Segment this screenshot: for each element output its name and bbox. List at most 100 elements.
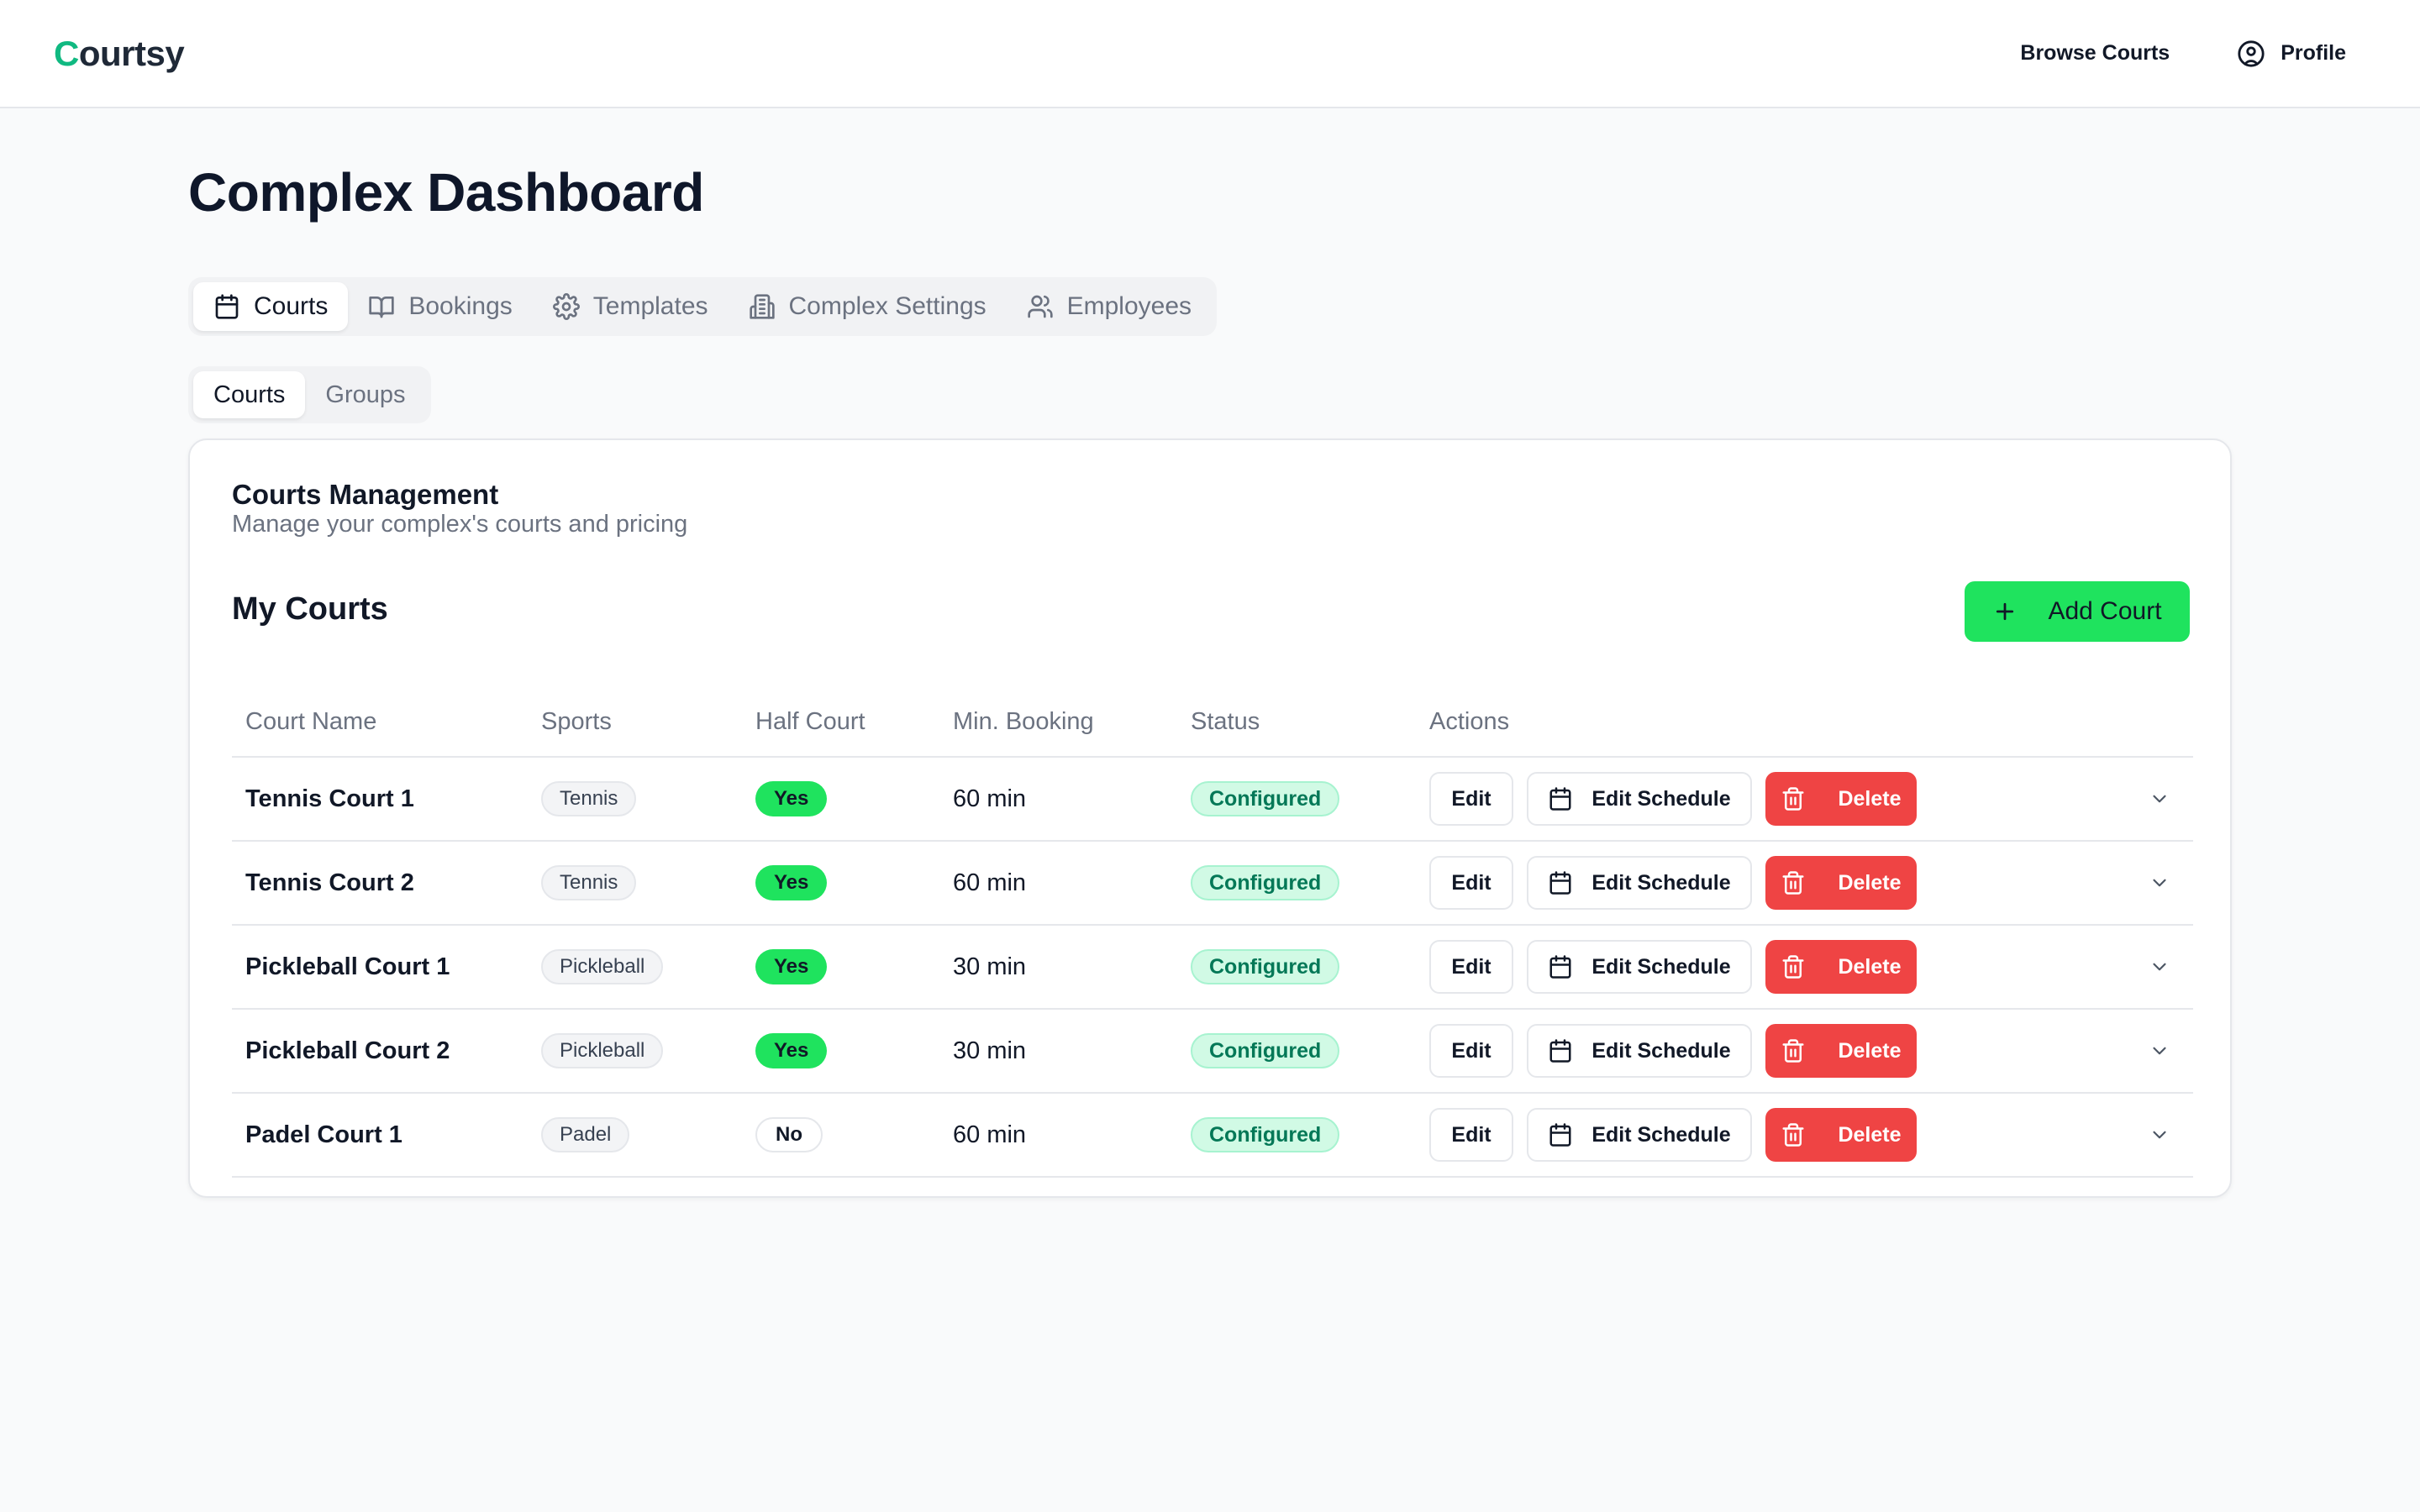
min-booking: 30 min — [953, 1037, 1027, 1064]
courts-management-card: Courts Management Manage your complex's … — [188, 438, 2232, 1198]
delete-button[interactable]: Delete — [1765, 940, 1917, 994]
courts-table: Court Name Sports Half Court Min. Bookin… — [232, 687, 2193, 1178]
tab-label: Employees — [1066, 292, 1192, 320]
header-court-name: Court Name — [245, 707, 377, 735]
delete-label: Delete — [1838, 1038, 1902, 1063]
card-title: Courts Management — [232, 479, 499, 510]
edit-schedule-button[interactable]: Edit Schedule — [1527, 772, 1752, 826]
tab-bookings[interactable]: Bookings — [348, 282, 532, 331]
calendar-icon — [1548, 786, 1573, 811]
status-badge: Configured — [1191, 781, 1340, 816]
half-court-badge: Yes — [755, 1033, 828, 1068]
edit-schedule-label: Edit Schedule — [1591, 1122, 1731, 1147]
edit-label: Edit — [1451, 1038, 1491, 1063]
table-row: Padel Court 1 Padel No 60 min Configured Edit… — [232, 1094, 2193, 1178]
court-name: Pickleball Court 1 — [245, 953, 450, 980]
profile-link[interactable]: Profile — [2237, 39, 2346, 68]
calendar-icon — [1548, 954, 1573, 979]
edit-schedule-label: Edit Schedule — [1591, 870, 1731, 895]
edit-schedule-button[interactable]: Edit Schedule — [1527, 1108, 1752, 1162]
edit-label: Edit — [1451, 870, 1491, 895]
users-icon — [1027, 293, 1054, 320]
header-actions: Actions — [1429, 707, 1510, 735]
chevron-down-icon[interactable] — [2149, 1124, 2170, 1146]
edit-schedule-label: Edit Schedule — [1591, 1038, 1731, 1063]
table-row: Tennis Court 2 Tennis Yes 60 min Configured E… — [232, 842, 2193, 926]
delete-button[interactable]: Delete — [1765, 856, 1917, 910]
calendar-icon — [213, 293, 240, 320]
delete-label: Delete — [1838, 870, 1902, 895]
trash-icon — [1781, 1122, 1806, 1147]
table-body: Tennis Court 1 Tennis Yes 60 min Configured E… — [232, 758, 2193, 1178]
table-header-row: Court Name Sports Half Court Min. Bookin… — [232, 687, 2193, 758]
table-row: Pickleball Court 1 Pickleball Yes 30 min Con… — [232, 926, 2193, 1010]
sub-tab-list: Courts Groups — [188, 366, 431, 423]
delete-label: Delete — [1838, 786, 1902, 811]
chevron-down-icon[interactable] — [2149, 956, 2170, 978]
edit-button[interactable]: Edit — [1429, 772, 1513, 826]
profile-label: Profile — [2281, 41, 2346, 65]
main-tab-list: Courts Bookings Templates Complex Settings E… — [188, 277, 1218, 336]
trash-icon — [1781, 870, 1806, 895]
delete-button[interactable]: Delete — [1765, 772, 1917, 826]
sport-badge: Padel — [541, 1117, 630, 1152]
sport-badge: Pickleball — [541, 1033, 664, 1068]
section-title: My Courts — [232, 591, 388, 627]
header-min-booking: Min. Booking — [953, 707, 1094, 735]
chevron-down-icon[interactable] — [2149, 1040, 2170, 1062]
edit-label: Edit — [1451, 1122, 1491, 1147]
half-court-badge: No — [755, 1117, 823, 1152]
chevron-down-icon[interactable] — [2149, 788, 2170, 810]
edit-label: Edit — [1451, 786, 1491, 811]
half-court-badge: Yes — [755, 865, 828, 900]
edit-button[interactable]: Edit — [1429, 1108, 1513, 1162]
trash-icon — [1781, 786, 1806, 811]
court-name: Tennis Court 2 — [245, 869, 414, 896]
tab-courts[interactable]: Courts — [193, 282, 349, 331]
edit-label: Edit — [1451, 954, 1491, 979]
edit-button[interactable]: Edit — [1429, 940, 1513, 994]
court-name: Padel Court 1 — [245, 1121, 402, 1148]
court-name: Tennis Court 1 — [245, 785, 414, 812]
min-booking: 60 min — [953, 869, 1027, 896]
courtsy-logo[interactable]: Courtsy — [54, 33, 185, 74]
subtab-courts[interactable]: Courts — [193, 371, 306, 418]
logo-initial: C — [54, 33, 79, 73]
page-title: Complex Dashboard — [188, 162, 704, 223]
delete-label: Delete — [1838, 954, 1902, 979]
header-sports: Sports — [541, 707, 612, 735]
chevron-down-icon[interactable] — [2149, 872, 2170, 894]
edit-schedule-button[interactable]: Edit Schedule — [1527, 940, 1752, 994]
court-name: Pickleball Court 2 — [245, 1037, 450, 1064]
status-badge: Configured — [1191, 1033, 1340, 1068]
header-status: Status — [1191, 707, 1260, 735]
delete-button[interactable]: Delete — [1765, 1024, 1917, 1078]
gear-icon — [552, 293, 580, 320]
edit-schedule-button[interactable]: Edit Schedule — [1527, 856, 1752, 910]
status-badge: Configured — [1191, 1117, 1340, 1152]
card-subtitle: Manage your complex's courts and pricing — [232, 511, 688, 538]
logo-text: ourtsy — [78, 33, 185, 73]
edit-button[interactable]: Edit — [1429, 856, 1513, 910]
tab-templates[interactable]: Templates — [533, 282, 729, 331]
min-booking: 60 min — [953, 1121, 1027, 1148]
browse-courts-link[interactable]: Browse Courts — [2020, 41, 2170, 66]
subtab-groups[interactable]: Groups — [305, 371, 425, 418]
calendar-icon — [1548, 870, 1573, 895]
trash-icon — [1781, 954, 1806, 979]
header-nav: Browse Courts Profile — [2020, 39, 2346, 68]
add-court-label: Add Court — [2048, 597, 2162, 625]
sport-badge: Tennis — [541, 781, 637, 816]
tab-complex-settings[interactable]: Complex Settings — [729, 282, 1007, 331]
tab-employees[interactable]: Employees — [1007, 282, 1212, 331]
plus-icon — [1992, 599, 2018, 624]
delete-button[interactable]: Delete — [1765, 1108, 1917, 1162]
add-court-button[interactable]: Add Court — [1965, 581, 2190, 642]
calendar-icon — [1548, 1038, 1573, 1063]
edit-schedule-label: Edit Schedule — [1591, 786, 1731, 811]
edit-button[interactable]: Edit — [1429, 1024, 1513, 1078]
edit-schedule-button[interactable]: Edit Schedule — [1527, 1024, 1752, 1078]
browse-courts-label: Browse Courts — [2020, 41, 2170, 65]
min-booking: 60 min — [953, 785, 1027, 812]
tab-label: Bookings — [408, 292, 513, 320]
